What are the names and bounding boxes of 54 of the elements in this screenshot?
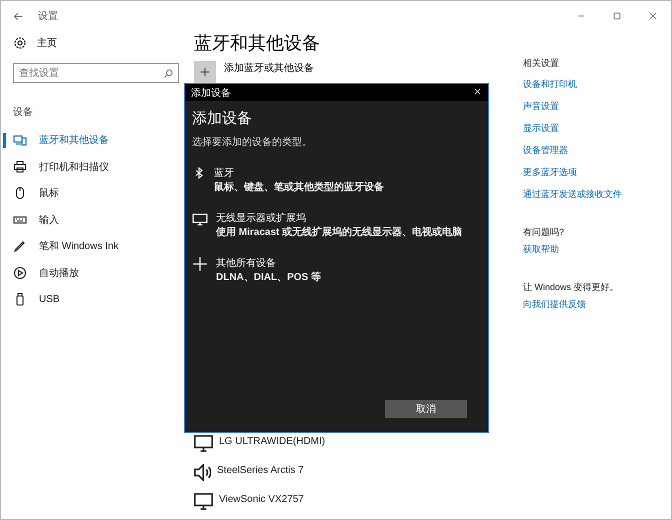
related-settings-heading: 相关设置 [523, 57, 560, 70]
home-link[interactable]: 主页 [37, 36, 57, 50]
sidebar-item[interactable]: 笔和 Windows Ink [3, 233, 179, 260]
help-link[interactable]: 获取帮助 [523, 243, 559, 256]
dialog-heading: 添加设备 [192, 109, 253, 128]
search-icon [163, 68, 174, 79]
plus-icon [199, 66, 211, 78]
plus-icon [192, 256, 208, 272]
sidebar-item[interactable]: 打印机和扫描仪 [3, 154, 179, 180]
option-description: 使用 Miracast 或无线扩展坞的无线显示器、电视或电脑 [216, 225, 462, 239]
device-name[interactable]: SteelSeries Arctis 7 [217, 464, 304, 476]
back-icon [13, 10, 24, 22]
feedback-link[interactable]: 向我们提供反馈 [523, 298, 586, 311]
mouse-icon [13, 186, 27, 200]
dialog-prompt: 选择要添加的设备的类型。 [192, 136, 313, 149]
settings-icon [13, 36, 27, 50]
feedback-heading: 让 Windows 变得更好。 [523, 281, 620, 294]
monitor-icon [194, 493, 213, 510]
autoplay-icon [13, 266, 27, 280]
option-title[interactable]: 无线显示器或扩展坞 [216, 211, 462, 225]
page-title: 蓝牙和其他设备 [194, 32, 321, 55]
help-heading: 有问题吗? [523, 226, 566, 239]
monitor-icon [192, 211, 208, 227]
option-title[interactable]: 蓝牙 [214, 166, 384, 180]
sidebar-item[interactable]: 自动播放 [3, 260, 179, 286]
section-heading: 设备 [13, 106, 34, 119]
cancel-button[interactable]: 取消 [385, 400, 467, 418]
settings-link[interactable]: 通过蓝牙发送或接收文件 [523, 188, 622, 201]
close-icon [648, 11, 658, 21]
sidebar-item[interactable]: 蓝牙和其他设备 [3, 127, 179, 154]
speaker-icon [194, 464, 211, 481]
pen-icon [13, 239, 27, 254]
settings-link[interactable]: 设备管理器 [523, 144, 568, 157]
monitor-icon [194, 435, 213, 452]
settings-link[interactable]: 更多蓝牙选项 [523, 166, 577, 179]
maximize-icon [612, 11, 622, 21]
dialog-title: 添加设备 [191, 86, 231, 100]
option-title[interactable]: 其他所有设备 [216, 256, 321, 270]
settings-link[interactable]: 声音设置 [523, 100, 559, 113]
window-title: 设置 [38, 10, 58, 23]
search-field[interactable]: 查找设置 [13, 63, 179, 83]
add-device-button[interactable]: 添加蓝牙或其他设备 [194, 61, 519, 83]
sidebar-item[interactable]: USB [3, 286, 179, 312]
device-name[interactable]: ViewSonic VX2757 [219, 493, 304, 505]
option-description: 鼠标、键盘、笔或其他类型的蓝牙设备 [214, 180, 384, 194]
sidebar-item[interactable]: 输入 [3, 206, 179, 233]
option-description: DLNA、DIAL、POS 等 [216, 270, 321, 284]
devices-icon [13, 133, 27, 148]
close-icon [473, 86, 482, 96]
device-name[interactable]: LG ULTRAWIDE(HDMI) [219, 435, 326, 447]
sidebar-item[interactable]: 鼠标 [3, 180, 179, 206]
printer-icon [13, 160, 27, 174]
settings-link[interactable]: 设备和打印机 [523, 78, 577, 91]
settings-link[interactable]: 显示设置 [523, 122, 559, 135]
